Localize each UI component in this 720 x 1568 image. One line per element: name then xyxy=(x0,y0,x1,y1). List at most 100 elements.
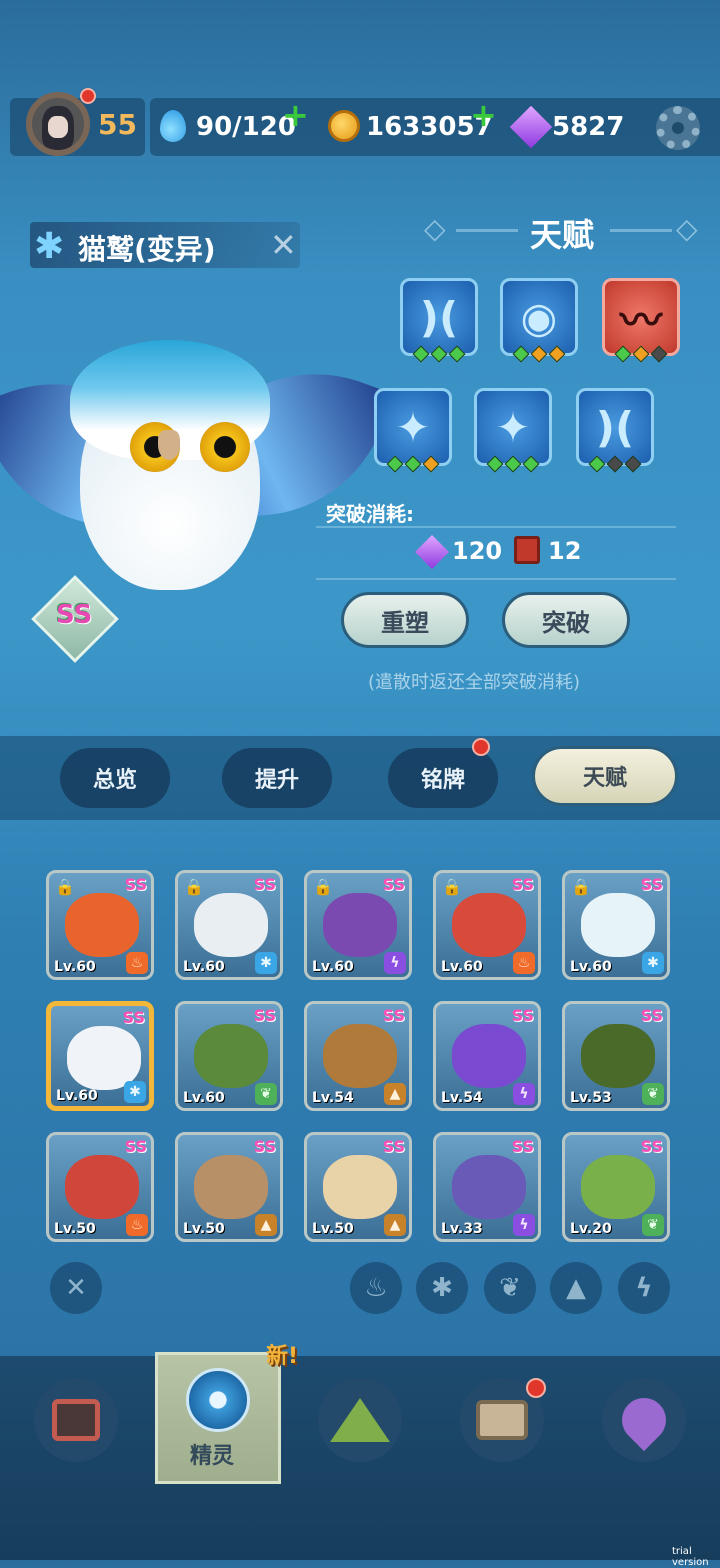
chest-icon xyxy=(476,1400,528,1440)
pet-card[interactable]: 🔒 SS Lv.60 ϟ xyxy=(304,870,412,980)
pet-level: Lv.60 xyxy=(312,959,354,975)
pet-portrait xyxy=(452,1155,526,1219)
pet-rank: SS xyxy=(511,1006,534,1025)
talent-slot-4[interactable]: ✦ xyxy=(374,388,452,466)
pet-card[interactable]: 🔒 SS Lv.60 ♨ xyxy=(433,870,541,980)
pet-level: Lv.50 xyxy=(54,1221,96,1237)
pet-card[interactable]: SS Lv.53 ❦ xyxy=(562,1001,670,1111)
pet-card[interactable]: SS Lv.20 ❦ xyxy=(562,1132,670,1242)
ornament-left-icon: ◇ xyxy=(424,212,446,245)
pet-level: Lv.50 xyxy=(312,1221,354,1237)
pet-rank: SS xyxy=(253,1137,276,1156)
bolt-element-icon: ϟ xyxy=(513,1214,535,1236)
pet-card[interactable]: SS Lv.54 ϟ xyxy=(433,1001,541,1111)
player-level: 55 xyxy=(98,108,137,141)
clear-filter-icon[interactable]: ✕ xyxy=(50,1262,102,1314)
pet-rank: SS xyxy=(382,1006,405,1025)
pet-portrait xyxy=(194,893,268,957)
lock-icon: 🔒 xyxy=(571,877,591,896)
pet-portrait xyxy=(581,893,655,957)
filter-ice-icon[interactable]: ✱ xyxy=(416,1262,468,1314)
pet-card[interactable]: 🔒 SS Lv.60 ✱ xyxy=(562,870,670,980)
talent-grade-diamonds xyxy=(602,345,680,363)
grade-diamond xyxy=(386,455,404,473)
pet-illustration xyxy=(0,330,394,630)
pet-rank: SS xyxy=(511,875,534,894)
grade-diamond xyxy=(632,345,650,363)
nav-pets-label: 精灵 xyxy=(190,1444,235,1469)
pet-level: Lv.20 xyxy=(570,1221,612,1237)
ice-element-icon: ✱ xyxy=(255,952,277,974)
filter-rock-icon[interactable]: ▲ xyxy=(550,1262,602,1314)
pet-card[interactable]: SS Lv.60 ✱ xyxy=(46,1001,154,1111)
fire-element-icon: ♨ xyxy=(126,1214,148,1236)
nav-map[interactable] xyxy=(602,1378,686,1462)
nav-explore[interactable] xyxy=(318,1378,402,1462)
talent-slot-3[interactable]: 〰 xyxy=(602,278,680,356)
tab-upgrade[interactable]: 提升 xyxy=(222,748,332,808)
pet-card[interactable]: SS Lv.60 ❦ xyxy=(175,1001,283,1111)
avatar[interactable] xyxy=(26,92,90,156)
tab-nameplate[interactable]: 铭牌 xyxy=(388,748,498,808)
settings-gear-icon[interactable] xyxy=(656,106,700,150)
moon-icon: )( xyxy=(419,292,459,342)
add-coins-button[interactable]: + xyxy=(470,96,497,134)
grade-diamond xyxy=(548,345,566,363)
pet-portrait xyxy=(65,893,139,957)
stamina-value: 90/120 xyxy=(196,112,296,142)
pet-card[interactable]: SS Lv.50 ▲ xyxy=(304,1132,412,1242)
device-icon xyxy=(52,1399,100,1441)
pet-portrait xyxy=(323,1024,397,1088)
pet-card[interactable]: 🔒 SS Lv.60 ✱ xyxy=(175,870,283,980)
break-hint: (遣散时返还全部突破消耗) xyxy=(368,672,581,693)
leaf-element-icon: ❦ xyxy=(255,1083,277,1105)
pet-card[interactable]: SS Lv.33 ϟ xyxy=(433,1132,541,1242)
ice-element-icon: ✱ xyxy=(124,1081,146,1103)
pet-portrait xyxy=(194,1155,268,1219)
add-stamina-button[interactable]: + xyxy=(282,96,309,134)
gem-cost-value: 120 xyxy=(452,537,503,565)
talent-slot-6[interactable]: )( xyxy=(576,388,654,466)
pet-portrait xyxy=(65,1155,139,1219)
pet-card[interactable]: 🔒 SS Lv.60 ♨ xyxy=(46,870,154,980)
talent-grade-diamonds xyxy=(374,455,452,473)
pet-rank: SS xyxy=(124,875,147,894)
talent-slot-5[interactable]: ✦ xyxy=(474,388,552,466)
pet-card[interactable]: SS Lv.50 ▲ xyxy=(175,1132,283,1242)
pet-rank: SS xyxy=(253,1006,276,1025)
talent-slot-1[interactable]: )( xyxy=(400,278,478,356)
pet-portrait xyxy=(323,893,397,957)
pet-rank: SS xyxy=(382,1137,405,1156)
bolt-element-icon: ϟ xyxy=(384,952,406,974)
rock-element-icon: ▲ xyxy=(255,1214,277,1236)
nav-battle[interactable] xyxy=(34,1378,118,1462)
lock-icon: 🔒 xyxy=(313,877,333,896)
tab-talent[interactable]: 天赋 xyxy=(532,746,678,806)
talent-book-icon xyxy=(514,536,540,564)
grade-diamond xyxy=(522,455,540,473)
break-cost-label: 突破消耗: xyxy=(326,502,414,526)
gem-value: 5827 xyxy=(552,112,625,142)
tab-overview[interactable]: 总览 xyxy=(60,748,170,808)
pet-card[interactable]: SS Lv.54 ▲ xyxy=(304,1001,412,1111)
filter-bolt-icon[interactable]: ϟ xyxy=(618,1262,670,1314)
break-button[interactable]: 突破 xyxy=(502,592,630,648)
close-icon[interactable]: ✕ xyxy=(270,226,297,264)
fire-element-icon: ♨ xyxy=(513,952,535,974)
rock-element-icon: ▲ xyxy=(384,1083,406,1105)
pet-level: Lv.50 xyxy=(183,1221,225,1237)
lock-icon: 🔒 xyxy=(184,877,204,896)
grade-diamond xyxy=(448,345,466,363)
pet-rank: SS xyxy=(640,1006,663,1025)
pet-rank: SS xyxy=(640,1137,663,1156)
talent-grade-diamonds xyxy=(474,455,552,473)
pet-rank: SS xyxy=(640,875,663,894)
reset-button[interactable]: 重塑 xyxy=(341,592,469,648)
pet-card[interactable]: SS Lv.50 ♨ xyxy=(46,1132,154,1242)
filter-leaf-icon[interactable]: ❦ xyxy=(484,1262,536,1314)
grade-diamond xyxy=(588,455,606,473)
grade-diamond xyxy=(614,345,632,363)
pet-level: Lv.60 xyxy=(56,1088,98,1104)
talent-slot-2[interactable]: ◉ xyxy=(500,278,578,356)
filter-fire-icon[interactable]: ♨ xyxy=(350,1262,402,1314)
